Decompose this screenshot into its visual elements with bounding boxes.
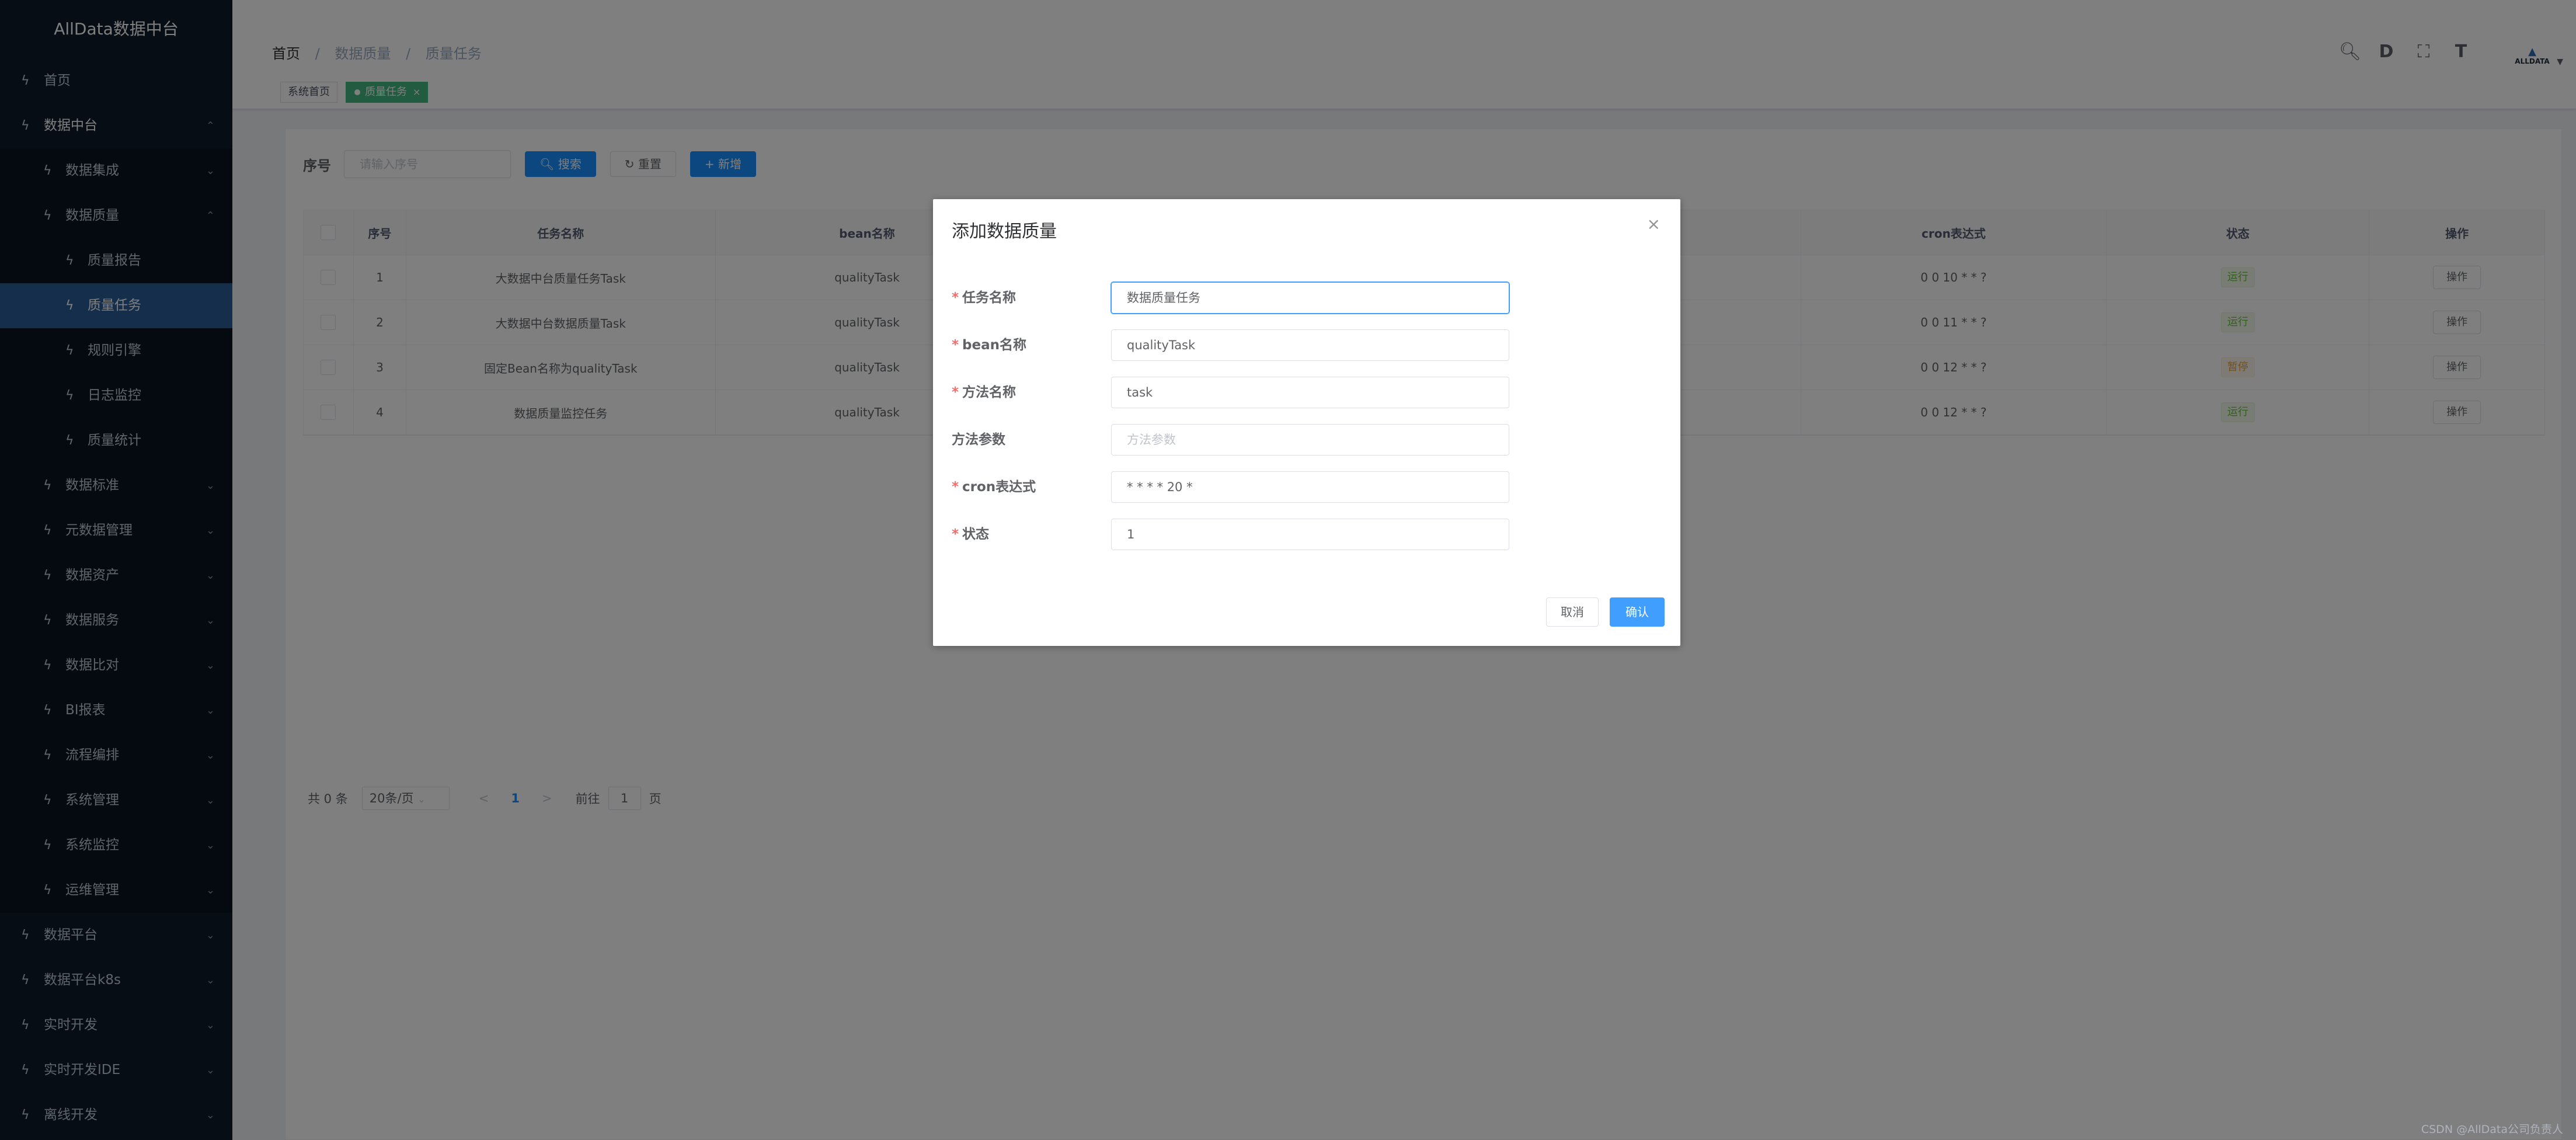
method-params-field[interactable]: 方法参数 xyxy=(1111,424,1509,456)
form-row: * 任务名称 数据质量任务 xyxy=(952,282,1509,314)
add-quality-dialog: 添加数据质量 × * 任务名称 数据质量任务 * bean名称 qualityTask * 方… xyxy=(933,199,1680,646)
required-asterisk: * xyxy=(952,290,959,305)
watermark: CSDN @AllData公司负责人 xyxy=(2421,1123,2563,1136)
form-label: 方法参数 xyxy=(952,424,1005,456)
form-label-text: 方法名称 xyxy=(962,385,1017,400)
form-row: * 方法名称 task xyxy=(952,377,1509,408)
status-field[interactable]: 1 xyxy=(1111,519,1509,550)
required-asterisk: * xyxy=(952,479,959,495)
close-icon[interactable]: × xyxy=(1647,214,1661,234)
required-asterisk: * xyxy=(952,338,959,353)
form-row: * bean名称 qualityTask xyxy=(952,329,1509,361)
form-label-text: cron表达式 xyxy=(962,479,1036,495)
form-label-text: bean名称 xyxy=(962,338,1026,353)
form-label-text: 状态 xyxy=(962,527,990,542)
form-label: * 方法名称 xyxy=(952,377,1016,408)
confirm-button[interactable]: 确认 xyxy=(1610,597,1665,627)
form-label-text: 方法参数 xyxy=(952,432,1005,447)
form-row: * 状态 1 xyxy=(952,519,1509,550)
form-row: * cron表达式 * * * * 20 * xyxy=(952,471,1509,503)
form-row: 方法参数 方法参数 xyxy=(952,424,1509,456)
bean-name-field[interactable]: qualityTask xyxy=(1111,329,1509,361)
task-name-field[interactable]: 数据质量任务 xyxy=(1111,282,1509,314)
form-label: * 状态 xyxy=(952,519,989,550)
cron-expression-field[interactable]: * * * * 20 * xyxy=(1111,471,1509,503)
method-name-field[interactable]: task xyxy=(1111,377,1509,408)
form-label: * cron表达式 xyxy=(952,471,1036,503)
form-label: * bean名称 xyxy=(952,329,1026,361)
dialog-title: 添加数据质量 xyxy=(952,221,1057,242)
form-label: * 任务名称 xyxy=(952,282,1016,314)
required-asterisk: * xyxy=(952,527,959,542)
required-asterisk: * xyxy=(952,385,959,400)
cancel-button[interactable]: 取消 xyxy=(1546,597,1599,627)
form-label-text: 任务名称 xyxy=(962,290,1017,305)
